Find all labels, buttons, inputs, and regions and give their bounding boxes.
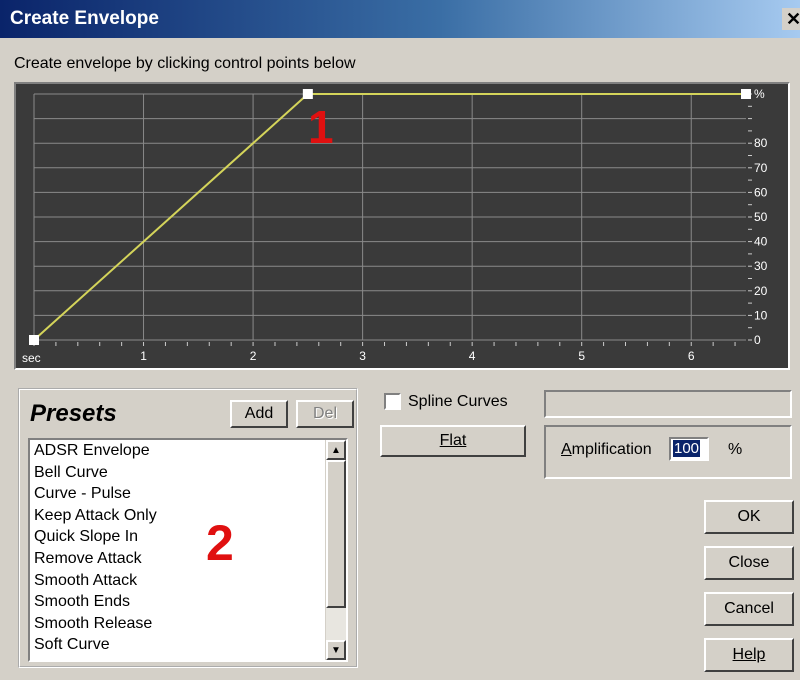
preset-item[interactable]: Keep Attack Only xyxy=(30,505,346,527)
scroll-up-button[interactable]: ▲ xyxy=(326,440,346,460)
ok-label: OK xyxy=(737,508,761,525)
y-axis-unit: % xyxy=(754,87,765,101)
y-tick-label: 80 xyxy=(754,136,768,150)
amplification-label: Amplification xyxy=(561,441,652,458)
close-button[interactable]: Close xyxy=(704,546,794,580)
preset-item[interactable]: ADSR Envelope xyxy=(30,440,346,462)
spline-curves-checkbox[interactable] xyxy=(384,393,401,410)
preset-item[interactable]: Remove Attack xyxy=(30,548,346,570)
x-tick-label: 5 xyxy=(578,349,585,363)
spline-curves-label[interactable]: Spline Curves xyxy=(408,393,508,411)
amplification-label-rest: mplification xyxy=(571,441,652,458)
preset-item[interactable]: Smooth Attack xyxy=(30,570,346,592)
y-tick-label: 20 xyxy=(754,284,768,298)
preset-item[interactable]: Soft Curve xyxy=(30,634,346,656)
scroll-thumb[interactable] xyxy=(326,460,346,608)
annotation-1: 1 xyxy=(308,101,334,153)
presets-list-items: ADSR Envelope Bell Curve Curve - Pulse Keep… xyxy=(30,440,346,656)
presets-scrollbar[interactable]: ▲ ▼ xyxy=(325,440,346,660)
envelope-graph[interactable]: 80 70 60 50 40 30 20 10 0% 1 2 3 4 5 6 sec xyxy=(14,82,790,370)
status-field xyxy=(544,390,792,418)
close-window-button[interactable]: ✕ xyxy=(782,8,800,30)
flat-label: Flat xyxy=(439,432,467,449)
y-tick-label: 60 xyxy=(754,185,768,199)
instruction-text: Create envelope by clicking control poin… xyxy=(14,55,356,72)
add-preset-label: Add xyxy=(244,405,274,422)
help-label: Help xyxy=(732,646,766,663)
x-tick-label: 3 xyxy=(359,349,366,363)
help-button[interactable]: Help xyxy=(704,638,794,672)
flat-button[interactable]: Flat xyxy=(380,425,526,457)
x-tick-label: 6 xyxy=(688,349,695,363)
y-tick-label: 70 xyxy=(754,161,768,175)
cancel-label: Cancel xyxy=(724,600,774,617)
close-label: Close xyxy=(728,554,770,571)
control-point[interactable] xyxy=(741,89,751,99)
presets-title: Presets xyxy=(30,400,117,427)
preset-item[interactable]: Smooth Release xyxy=(30,613,346,635)
cancel-button[interactable]: Cancel xyxy=(704,592,794,626)
ok-button[interactable]: OK xyxy=(704,500,794,534)
graph-background xyxy=(16,84,788,368)
envelope-graph-canvas[interactable]: 80 70 60 50 40 30 20 10 0% 1 2 3 4 5 6 sec xyxy=(16,84,788,368)
preset-item[interactable]: Bell Curve xyxy=(30,462,346,484)
preset-item[interactable]: Smooth Ends xyxy=(30,591,346,613)
x-tick-label: 2 xyxy=(250,349,257,363)
amplification-value: 100 xyxy=(673,440,701,457)
title-bar: Create Envelope xyxy=(0,0,800,38)
presets-list[interactable]: ADSR Envelope Bell Curve Curve - Pulse Keep… xyxy=(28,438,348,662)
x-tick-label: 4 xyxy=(469,349,476,363)
window-title: Create Envelope xyxy=(10,8,159,29)
y-tick-label: 0 xyxy=(754,333,761,347)
y-tick-label: 50 xyxy=(754,210,768,224)
control-point[interactable] xyxy=(29,335,39,345)
annotation-2: 2 xyxy=(206,515,234,571)
control-point[interactable] xyxy=(302,89,313,99)
preset-item[interactable]: Quick Slope In xyxy=(30,526,346,548)
delete-preset-label: Del xyxy=(312,405,337,422)
scroll-down-button[interactable]: ▼ xyxy=(326,640,346,660)
preset-item[interactable]: Curve - Pulse xyxy=(30,483,346,505)
amplification-input[interactable]: 100 xyxy=(669,437,709,461)
add-preset-button[interactable]: Add xyxy=(230,400,288,428)
delete-preset-button: Del xyxy=(296,400,354,428)
x-axis-unit: sec xyxy=(22,351,41,365)
y-tick-label: 30 xyxy=(754,259,768,273)
y-tick-label: 40 xyxy=(754,235,768,249)
y-tick-label: 10 xyxy=(754,308,768,322)
amplification-unit: % xyxy=(728,441,743,458)
x-tick-label: 1 xyxy=(140,349,147,363)
